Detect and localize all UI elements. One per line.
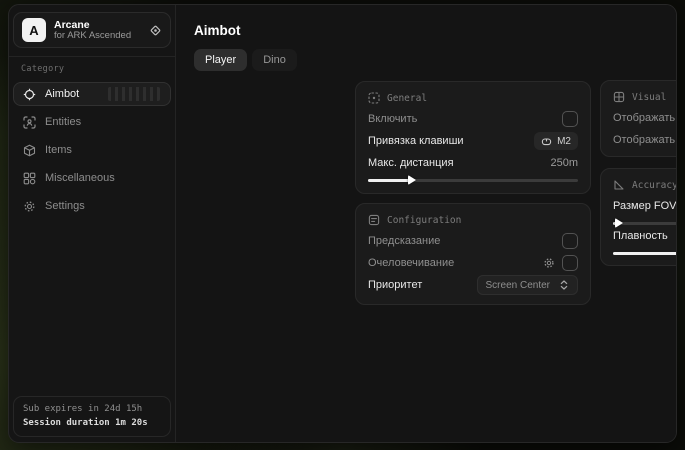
slider-thumb[interactable] (408, 175, 416, 185)
layout-grid-icon (613, 91, 625, 103)
priority-value: Screen Center (486, 280, 550, 291)
panel-visual-header: Visual (613, 91, 677, 103)
brand-subtitle: for ARK Ascended (54, 31, 141, 42)
humanization-label: Очеловечивание (368, 257, 454, 269)
panel-accuracy: Accuracy Размер FOV 60° Плавность 15 (600, 168, 677, 266)
smoothness-slider[interactable] (613, 249, 677, 252)
category-label: Category (21, 64, 171, 74)
fov-border-label: Отображать границу FOV (613, 112, 677, 124)
sidebar-item-items[interactable]: Items (13, 138, 171, 162)
keybind-button[interactable]: M2 (534, 132, 578, 150)
enable-checkbox[interactable] (562, 111, 578, 127)
brand-name: Arcane (54, 19, 141, 31)
sidebar: A Arcane for ARK Ascended Category Aimbo… (9, 5, 176, 442)
panel-configuration: Configuration Предсказание Очеловечивани… (355, 203, 591, 305)
mouse-icon (541, 136, 552, 147)
distance-slider[interactable] (368, 176, 578, 180)
sidebar-item-entities[interactable]: Entities (13, 110, 171, 134)
enable-row: Включить (368, 108, 578, 130)
config-box-icon (368, 214, 380, 226)
distance-label: Макс. дистанция (368, 157, 454, 169)
fov-size-slider[interactable] (613, 219, 677, 222)
brand-text: Arcane for ARK Ascended (54, 19, 141, 42)
keybind-label: Привязка клавиши (368, 135, 464, 147)
panel-title: Configuration (387, 215, 461, 226)
fov-size-row: Размер FOV 60° (613, 195, 677, 217)
priority-row: Приоритет Screen Center (368, 274, 578, 296)
humanization-row: Очеловечивание (368, 252, 578, 274)
prediction-label: Предсказание (368, 235, 440, 247)
sidebar-divider (9, 56, 175, 57)
sidebar-item-label: Items (45, 144, 72, 156)
crosshair-icon (23, 88, 36, 101)
target-diamond-icon[interactable] (149, 24, 162, 37)
sidebar-item-label: Aimbot (45, 88, 79, 100)
panel-visual: Visual Отображать границу FOV Отображать… (600, 80, 677, 157)
slider-thumb[interactable] (615, 218, 623, 228)
sidebar-item-label: Entities (45, 116, 81, 128)
fov-background-label: Отображать фон FOV (613, 134, 677, 146)
sidebar-item-aimbot[interactable]: Aimbot (13, 82, 171, 106)
fov-background-row: Отображать фон FOV (613, 129, 677, 151)
tab-bar: Player Dino (194, 49, 297, 71)
sidebar-item-miscellaneous[interactable]: Miscellaneous (13, 166, 171, 190)
panel-title: Visual (632, 92, 666, 103)
app-window: A Arcane for ARK Ascended Category Aimbo… (8, 4, 677, 443)
distance-value: 250m (550, 157, 578, 169)
box-icon (23, 144, 36, 157)
keybind-row: Привязка клавиши M2 (368, 130, 578, 152)
sub-expires-text: Sub expires in 24d 15h (23, 403, 161, 417)
panel-general-header: General (368, 92, 578, 104)
smoothness-row: Плавность 15 (613, 225, 677, 247)
entity-scan-icon (23, 116, 36, 129)
humanization-checkbox[interactable] (562, 255, 578, 271)
expand-icon (559, 280, 569, 290)
sidebar-item-label: Miscellaneous (45, 172, 115, 184)
grid-icon (23, 172, 36, 185)
fov-border-row: Отображать границу FOV (613, 107, 677, 129)
brand-card: A Arcane for ARK Ascended (13, 12, 171, 48)
prediction-checkbox[interactable] (562, 233, 578, 249)
triangle-ruler-icon (613, 179, 625, 191)
page-title: Aimbot (194, 23, 241, 38)
keybind-value: M2 (557, 136, 571, 147)
panel-general: General Включить Привязка клавиши M2 Мак… (355, 81, 591, 194)
prediction-row: Предсказание (368, 230, 578, 252)
scan-box-icon (368, 92, 380, 104)
priority-label: Приоритет (368, 279, 422, 291)
main-content: Aimbot Player Dino General Включить Прив… (176, 5, 676, 442)
tab-dino[interactable]: Dino (252, 49, 297, 71)
session-info-card: Sub expires in 24d 15h Session duration … (13, 396, 171, 437)
tab-player[interactable]: Player (194, 49, 247, 71)
slider-fill (368, 179, 410, 182)
gear-icon (23, 200, 36, 213)
priority-dropdown[interactable]: Screen Center (477, 275, 578, 295)
smoothness-label: Плавность (613, 230, 668, 242)
distance-row: Макс. дистанция 250m (368, 152, 578, 174)
brand-logo: A (22, 18, 46, 42)
active-item-decoration (108, 87, 160, 101)
enable-label: Включить (368, 113, 417, 125)
gear-small-icon[interactable] (543, 257, 555, 269)
panel-configuration-header: Configuration (368, 214, 578, 226)
sidebar-item-label: Settings (45, 200, 85, 212)
slider-fill (613, 252, 677, 255)
sidebar-item-settings[interactable]: Settings (13, 194, 171, 218)
fov-size-label: Размер FOV (613, 200, 676, 212)
session-duration-text: Session duration 1m 20s (23, 417, 161, 431)
panel-title: Accuracy (632, 180, 677, 191)
panel-accuracy-header: Accuracy (613, 179, 677, 191)
panel-title: General (387, 93, 427, 104)
